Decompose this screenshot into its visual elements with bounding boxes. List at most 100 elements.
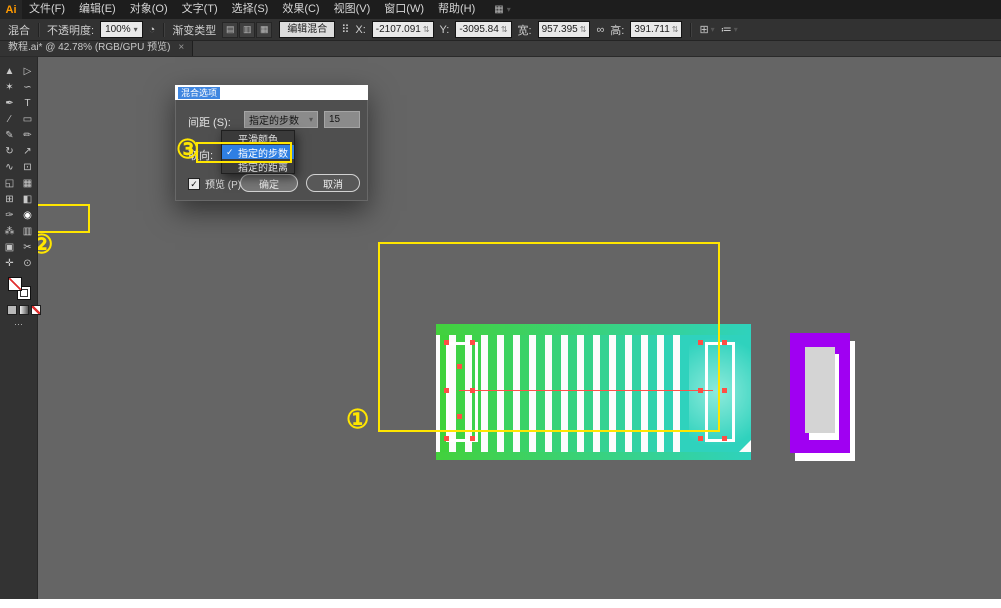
blend-step-bar [584, 324, 593, 460]
blend-step-bar [616, 324, 625, 460]
dialog-title-bar[interactable]: 混合选项 [175, 85, 368, 100]
spinner-icon[interactable]: ⇅ [580, 22, 587, 37]
preview-label: 预览 (P) [205, 176, 241, 191]
pencil-tool[interactable]: ✏ [19, 127, 37, 143]
reference-point-icon[interactable]: ⠿ [341, 23, 349, 36]
spacing-label: 间距 (S): [188, 114, 231, 130]
blend-step-bar [536, 324, 545, 460]
spacing-option[interactable]: 指定的距离 [222, 159, 294, 173]
eyedropper-tool[interactable]: ✑ [1, 207, 19, 223]
width-field[interactable]: 957.395 ⇅ [538, 21, 591, 38]
edit-toolbar-icon[interactable]: ⋯ [0, 319, 37, 330]
slice-tool[interactable]: ✂ [19, 239, 37, 255]
close-icon[interactable]: × [178, 40, 184, 56]
hand-tool[interactable]: ✛ [1, 255, 19, 271]
menu-item-8[interactable]: 窗口(W) [377, 0, 431, 19]
pen-tool[interactable]: ✒ [1, 95, 19, 111]
transform-menu[interactable]: ⊞ ▾ [699, 23, 714, 36]
divider [690, 23, 691, 37]
free-transform-tool[interactable]: ⊡ [19, 159, 37, 175]
blend-spine [459, 390, 713, 391]
magic-wand-tool[interactable]: ✶ [1, 79, 19, 95]
rotate-tool[interactable]: ↻ [1, 143, 19, 159]
width-tool[interactable]: ∿ [1, 159, 19, 175]
anchor-point [470, 436, 475, 441]
workspace-switcher[interactable]: ▦ ▾ [494, 4, 510, 15]
blend-step-bar [504, 324, 513, 460]
chevron-down-icon: ▾ [734, 25, 738, 34]
menu-item-9[interactable]: 帮助(H) [431, 0, 482, 19]
purple-letter-shape[interactable] [790, 333, 850, 453]
opacity-select[interactable]: 100% ▾ [100, 21, 143, 38]
object-type-label: 混合 [8, 22, 30, 38]
stroke-type-icon-1[interactable]: ▤ [222, 22, 238, 38]
gradient-button[interactable] [19, 305, 29, 315]
menu-item-6[interactable]: 效果(C) [275, 0, 326, 19]
line-tool[interactable]: ∕ [1, 111, 19, 127]
preview-checkbox[interactable]: ✓ 预览 (P) [188, 176, 241, 191]
none-button[interactable] [31, 305, 41, 315]
spinner-icon[interactable]: ⇅ [501, 22, 508, 37]
spacing-select[interactable]: 指定的步数 ▾ [244, 111, 318, 128]
symbol-sprayer-tool[interactable]: ⁂ [1, 223, 19, 239]
ok-button[interactable]: 确定 [240, 174, 298, 192]
type-tool[interactable]: T [19, 95, 37, 111]
fill-stroke-swatches[interactable] [8, 277, 32, 301]
step-3-marker: ③ [176, 136, 199, 162]
y-field[interactable]: -3095.84 ⇅ [455, 21, 511, 38]
app-logo: Ai [0, 0, 22, 19]
column-graph-tool[interactable]: ▥ [19, 223, 37, 239]
paintbrush-tool[interactable]: ✎ [1, 127, 19, 143]
spacing-dropdown-menu: 平滑颜色✓指定的步数指定的距离 [221, 130, 295, 174]
shape-builder-tool[interactable]: ◱ [1, 175, 19, 191]
spacing-option[interactable]: ✓指定的步数 [222, 145, 294, 159]
x-field[interactable]: -2107.091 ⇅ [372, 21, 434, 38]
blend-tool[interactable]: ◉ [19, 207, 37, 223]
document-tab[interactable]: 教程.ai* @ 42.78% (RGB/GPU 预览) × [0, 40, 193, 56]
dialog-title: 混合选项 [178, 87, 220, 99]
option-label: 平滑颜色 [238, 131, 278, 146]
cancel-button[interactable]: 取消 [306, 174, 360, 192]
constrain-proportions-icon[interactable]: ∞ [596, 24, 604, 36]
anchor-point [698, 340, 703, 345]
artboard-tool[interactable]: ▣ [1, 239, 19, 255]
gradient-tool[interactable]: ◧ [19, 191, 37, 207]
selection-tool[interactable]: ▲ [1, 63, 19, 79]
spinner-icon[interactable]: ⇅ [672, 22, 679, 37]
edit-blend-button[interactable]: 编辑混合 [279, 21, 335, 38]
menu-item-3[interactable]: 对象(O) [123, 0, 175, 19]
recolor-artwork-icon[interactable]: ◔ [149, 24, 156, 36]
scale-tool[interactable]: ↗ [19, 143, 37, 159]
menu-item-5[interactable]: 选择(S) [225, 0, 276, 19]
x-value: -2107.091 [376, 22, 421, 37]
document-title: 教程.ai* @ 42.78% (RGB/GPU 预览) [8, 40, 170, 56]
rectangle-tool[interactable]: ▭ [19, 111, 37, 127]
height-label: 高: [610, 22, 624, 38]
fill-swatch[interactable] [8, 277, 22, 291]
height-value: 391.711 [634, 22, 669, 37]
menu-item-1[interactable]: 文件(F) [22, 0, 72, 19]
stroke-type-icon-2[interactable]: ▥ [239, 22, 255, 38]
mesh-tool[interactable]: ⊞ [1, 191, 19, 207]
color-mode-buttons [7, 305, 41, 315]
height-field[interactable]: 391.711 ⇅ [630, 21, 682, 38]
document-tab-bar: 教程.ai* @ 42.78% (RGB/GPU 预览) × [0, 40, 1001, 57]
lasso-tool[interactable]: ∽ [19, 79, 37, 95]
spacing-option[interactable]: 平滑颜色 [222, 131, 294, 145]
blend-end-outline [705, 342, 735, 442]
align-menu[interactable]: ≔ ▾ [721, 23, 738, 36]
blend-top-band [436, 324, 751, 335]
stroke-type-icon-3[interactable]: ▦ [256, 22, 272, 38]
blend-object[interactable] [436, 324, 751, 460]
width-value: 957.395 [542, 22, 578, 37]
spinner-icon[interactable]: ⇅ [423, 22, 430, 37]
dialog-body: 间距 (S): 指定的步数 ▾ 15 取向: 平滑颜色✓指定的步数指定的距离 ✓… [175, 100, 368, 201]
zoom-tool[interactable]: ⊙ [19, 255, 37, 271]
steps-input[interactable]: 15 [324, 111, 360, 128]
color-button[interactable] [7, 305, 17, 315]
perspective-grid-tool[interactable]: ▦ [19, 175, 37, 191]
menu-item-4[interactable]: 文字(T) [175, 0, 225, 19]
menu-item-7[interactable]: 视图(V) [327, 0, 378, 19]
menu-item-2[interactable]: 编辑(E) [72, 0, 123, 19]
direct-selection-tool[interactable]: ▷ [19, 63, 37, 79]
